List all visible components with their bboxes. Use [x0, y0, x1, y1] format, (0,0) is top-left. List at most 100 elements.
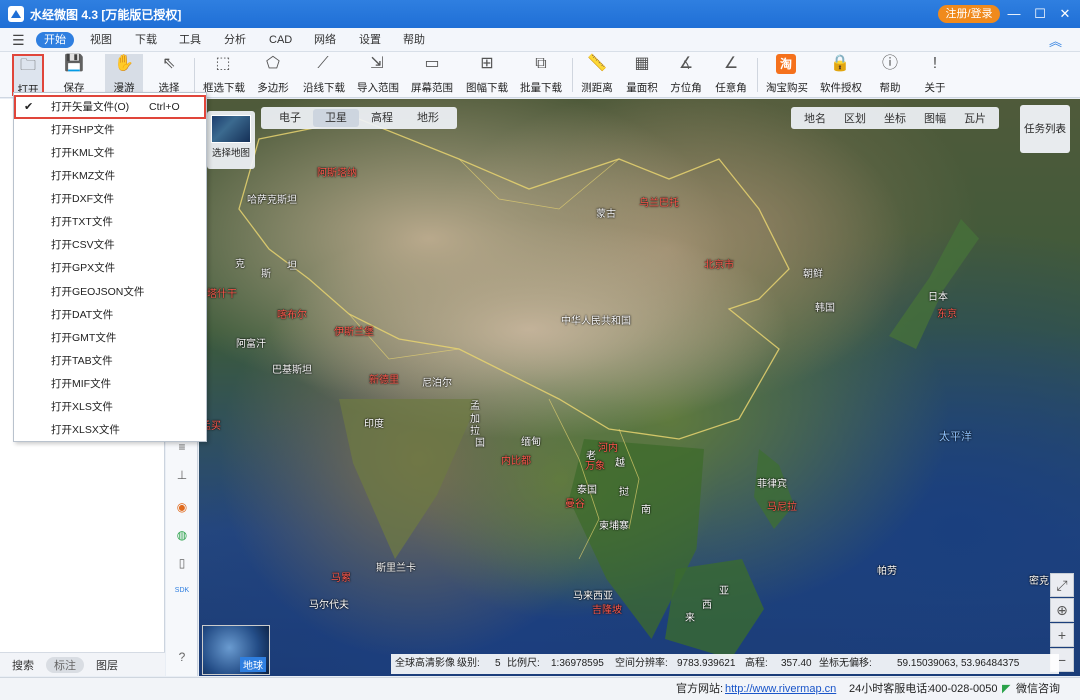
tile-toggle[interactable]: 瓦片	[955, 110, 995, 126]
menu-cad[interactable]: CAD	[269, 32, 292, 48]
map-tab-elevation[interactable]: 高程	[359, 109, 405, 127]
taobao-buy-button[interactable]: 淘 淘宝购买	[766, 54, 808, 96]
level-value: 5	[495, 658, 501, 669]
menu-open-vector-file[interactable]: ✔ 打开矢量文件(O) Ctrl+O	[14, 95, 206, 119]
locate-icon[interactable]: ⊕	[1050, 598, 1074, 622]
menu-analysis[interactable]: 分析	[224, 32, 246, 48]
map-label: 南	[641, 505, 651, 516]
website-label: 官方网站:	[676, 683, 724, 695]
wechat-icon: ◤	[1002, 683, 1011, 695]
batch-download-button[interactable]: ⧉ 批量下载	[520, 54, 562, 96]
menu-open-txt[interactable]: 打开TXT文件	[14, 211, 206, 233]
tab-annotation[interactable]: 标注	[46, 657, 84, 673]
menu-open-gmt[interactable]: 打开GMT文件	[14, 327, 206, 349]
globe-tool-icon[interactable]: ◉	[174, 499, 190, 515]
menu-open-geojson[interactable]: 打开GEOJSON文件	[14, 281, 206, 303]
phone-icon[interactable]: ▯	[174, 555, 190, 571]
menu-help[interactable]: 帮助	[403, 32, 425, 48]
minimize-button[interactable]: —	[1004, 4, 1024, 24]
menu-start[interactable]: 开始	[36, 32, 74, 48]
coordinate-toggle[interactable]: 坐标	[875, 110, 915, 126]
menu-open-xlsx[interactable]: 打开XLSX文件	[14, 419, 206, 441]
any-angle-button[interactable]: ∠ 任意角	[715, 54, 747, 96]
about-label: 关于	[924, 82, 946, 94]
menu-open-xls[interactable]: 打开XLS文件	[14, 396, 206, 418]
map-label: 斯	[261, 269, 271, 280]
azimuth-button[interactable]: ∡ 方位角	[670, 54, 702, 96]
share-icon[interactable]: ◍	[174, 527, 190, 543]
menu-open-dat[interactable]: 打开DAT文件	[14, 304, 206, 326]
layer-name: 全球高清影像	[395, 658, 455, 669]
login-button[interactable]: 注册/登录	[938, 5, 1000, 23]
menu-open-tab[interactable]: 打开TAB文件	[14, 350, 206, 372]
about-button[interactable]: ! 关于	[923, 54, 947, 96]
save-button[interactable]: 💾 保存	[60, 54, 88, 96]
division-toggle[interactable]: 区划	[835, 110, 875, 126]
measure-distance-button[interactable]: 📏 测距离	[580, 54, 614, 96]
import-range-button[interactable]: ⇲ 导入范围	[357, 54, 399, 96]
map-label: 巴基斯坦	[272, 365, 312, 376]
map-label: 喀布尔	[277, 310, 307, 321]
map-label: 阿斯塔纳	[317, 168, 357, 179]
azimuth-label: 方位角	[670, 82, 702, 94]
map-label: 柬埔寨	[599, 521, 629, 532]
sheet-download-icon: ⊞	[480, 55, 494, 72]
map-label: 坦	[287, 261, 297, 272]
coordinate-value: 59.15039063, 53.96484375	[897, 658, 1020, 669]
close-button[interactable]: ✕	[1055, 4, 1075, 24]
maximize-button[interactable]: ☐	[1030, 4, 1050, 24]
menu-open-kmz[interactable]: 打开KMZ文件	[14, 165, 206, 187]
fullscreen-icon[interactable]: ⤢	[1050, 573, 1074, 597]
screen-range-button[interactable]: ▭ 屏幕范围	[411, 54, 453, 96]
website-link[interactable]: http://www.rivermap.cn	[725, 678, 836, 700]
map-tab-electronic[interactable]: 电子	[267, 109, 313, 127]
select-button[interactable]: ⇖ 选择	[155, 54, 183, 96]
menu-view[interactable]: 视图	[90, 32, 112, 48]
placename-toggle[interactable]: 地名	[795, 110, 835, 126]
zoom-in-button[interactable]: +	[1050, 623, 1074, 647]
question-icon[interactable]: ?	[174, 649, 190, 665]
weigh-icon[interactable]: ⊥	[174, 467, 190, 483]
sheet-toggle[interactable]: 图幅	[915, 110, 955, 126]
map-label: 马累	[331, 573, 351, 584]
tab-layers[interactable]: 图层	[96, 657, 118, 673]
wechat-consult-link[interactable]: 微信咨询	[1016, 678, 1060, 700]
menu-open-mif[interactable]: 打开MIF文件	[14, 373, 206, 395]
map-view[interactable]: 选择地图 电子 卫星 高程 地形 地名 区划 坐标 图幅 瓦片 任务列表 阿斯塔…	[199, 99, 1080, 676]
open-button[interactable]: 🗀 打开	[12, 54, 44, 96]
menu-open-dxf[interactable]: 打开DXF文件	[14, 188, 206, 210]
batch-download-icon: ⧉	[535, 55, 547, 72]
menu-open-shp[interactable]: 打开SHP文件	[14, 119, 206, 141]
measure-area-button[interactable]: ▦ 量面积	[626, 54, 658, 96]
area-icon: ▦	[634, 55, 650, 72]
hotline-number: 400-028-0050	[929, 683, 998, 695]
menu-download[interactable]: 下载	[135, 32, 157, 48]
sheet-download-button[interactable]: ⊞ 图幅下载	[464, 54, 510, 96]
polygon-button[interactable]: ⬠ 多边形	[257, 54, 289, 96]
sdk-icon[interactable]: SDK	[174, 583, 190, 599]
menu-network[interactable]: 网络	[314, 32, 336, 48]
menu-open-kml[interactable]: 打开KML文件	[14, 142, 206, 164]
select-map-button[interactable]: 选择地图	[207, 111, 255, 169]
tab-search[interactable]: 搜索	[12, 657, 34, 673]
open-file-menu: ✔ 打开矢量文件(O) Ctrl+O 打开SHP文件 打开KML文件 打开KMZ…	[13, 92, 207, 442]
map-thumbnail	[211, 115, 251, 143]
hamburger-menu-icon[interactable]: ☰	[12, 32, 25, 49]
map-tab-satellite[interactable]: 卫星	[313, 109, 359, 127]
map-label: 哈萨克斯坦	[247, 195, 297, 206]
box-download-button[interactable]: ⬚ 框选下载	[203, 54, 245, 96]
help-button[interactable]: ⓘ 帮助	[878, 54, 902, 96]
map-tab-terrain[interactable]: 地形	[405, 109, 451, 127]
menu-tools[interactable]: 工具	[179, 32, 201, 48]
task-list-button[interactable]: 任务列表	[1020, 105, 1070, 153]
menu-open-gpx[interactable]: 打开GPX文件	[14, 257, 206, 279]
toolbar-separator	[572, 58, 573, 92]
menu-settings[interactable]: 设置	[359, 32, 381, 48]
line-download-button[interactable]: ⟋ 沿线下载	[303, 54, 345, 96]
collapse-ribbon-icon[interactable]: ︽	[1049, 31, 1062, 50]
license-button[interactable]: 🔒 软件授权	[820, 54, 862, 96]
globe-minimap[interactable]: 地球	[202, 625, 270, 675]
menu-open-csv[interactable]: 打开CSV文件	[14, 234, 206, 256]
taobao-icon: 淘	[776, 54, 796, 74]
pan-button[interactable]: ✋ 漫游	[105, 54, 143, 96]
